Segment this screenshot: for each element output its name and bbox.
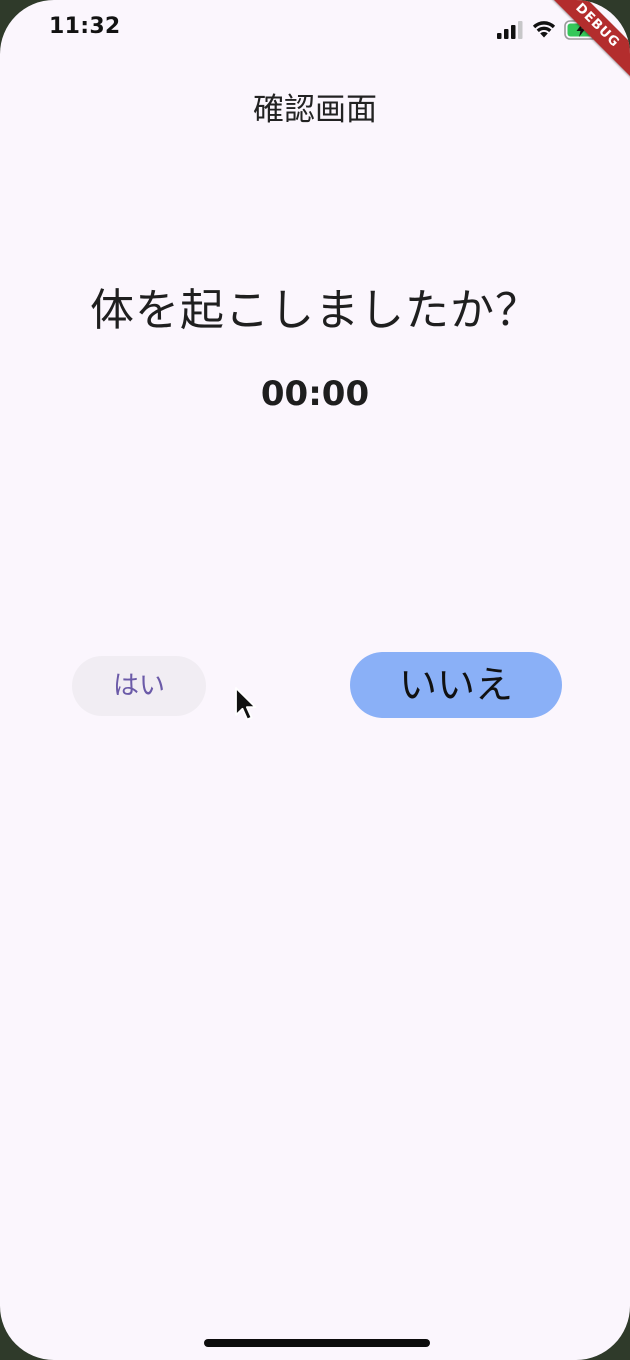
no-button[interactable]: いいえ: [350, 652, 562, 718]
page-title: 確認画面: [253, 92, 377, 128]
home-indicator[interactable]: [204, 1339, 430, 1347]
answer-button-row: はい いいえ: [0, 652, 630, 720]
question-text: 体を起こしましたか？: [90, 285, 540, 336]
cellular-signal-icon: [497, 21, 523, 39]
status-bar: 11:32: [0, 0, 630, 60]
status-time: 11:32: [49, 14, 121, 39]
wifi-icon: [532, 21, 556, 38]
yes-button[interactable]: はい: [72, 656, 206, 716]
phone-screen: 11:32 DEBUG 確認画面 体を起こしましたか？ 00:00 はい いいえ: [0, 0, 630, 1360]
timer-display: 00:00: [260, 374, 370, 414]
mouse-pointer-icon: [235, 687, 257, 721]
